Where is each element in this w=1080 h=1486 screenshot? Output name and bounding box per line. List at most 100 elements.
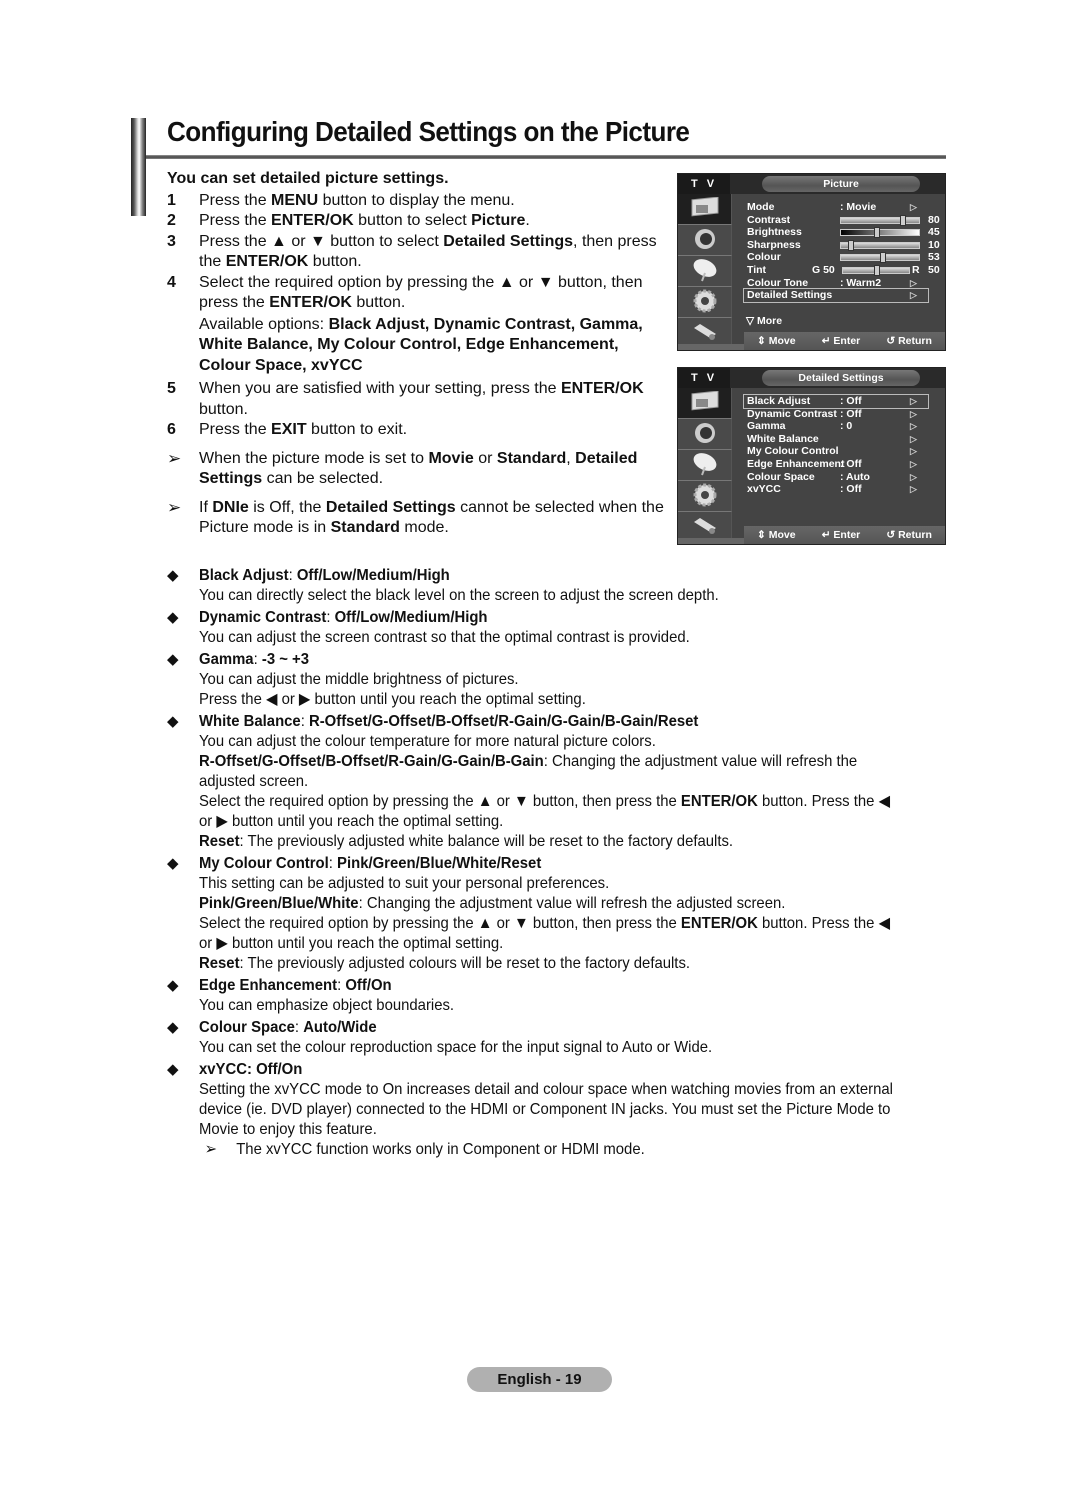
step-number: 3 xyxy=(167,232,176,250)
option-name: xvYCC xyxy=(199,1061,247,1078)
tv-menu-rows: Mode: Movie ▷ Contrast 80 Brightness 45 Sharpn… xyxy=(743,201,940,303)
option-item: ◆ Black Adjust: Off/Low/Medium/High You ca… xyxy=(167,566,957,606)
slider[interactable] xyxy=(842,264,910,276)
menu-row[interactable]: Edge Enhancement: Off ▷ xyxy=(744,458,928,471)
menu-row[interactable]: Contrast 80 xyxy=(744,213,940,227)
option-description: You can adjust the colour temperature fo… xyxy=(199,732,904,752)
menu-row[interactable]: xvYCC: Off ▷ xyxy=(744,483,928,496)
option-description: Setting the xvYCC mode to On increases d… xyxy=(199,1080,904,1140)
enter-hint: ↵ Enter xyxy=(821,529,861,541)
slider[interactable] xyxy=(840,252,920,264)
slider-value: 53 xyxy=(928,251,940,264)
title-rule xyxy=(146,155,946,159)
menu-row[interactable]: Black Adjust: Off ▷ xyxy=(743,394,929,409)
tv-sidebar-item[interactable] xyxy=(678,256,732,287)
menu-row-value: : Off xyxy=(840,407,862,420)
menu-row-label: Dynamic Contrast xyxy=(747,407,837,420)
option-description: You can directly select the black level … xyxy=(199,586,904,606)
bold-term: ENTER/OK xyxy=(680,793,758,810)
submenu-arrow-icon: ▷ xyxy=(910,290,917,301)
submenu-arrow-icon: ▷ xyxy=(910,484,917,495)
bold-term: MENU xyxy=(271,191,319,209)
menu-row[interactable]: Colour Space: Auto ▷ xyxy=(744,471,928,484)
slider-knob[interactable] xyxy=(874,227,880,239)
menu-row-label: Edge Enhancement xyxy=(747,457,845,470)
intro-lead: You can set detailed picture settings. xyxy=(167,170,449,187)
tv-sidebar-item[interactable] xyxy=(678,388,732,419)
text-span: Press the xyxy=(199,421,272,438)
bold-term: Picture xyxy=(471,212,526,229)
menu-row[interactable]: Gamma: 0 ▷ xyxy=(744,420,928,433)
bold-term: ENTER/OK xyxy=(680,915,758,932)
option-body: Dynamic Contrast: Off/Low/Medium/High You… xyxy=(199,608,904,648)
slider-value: 80 xyxy=(928,213,940,226)
menu-row[interactable]: Detailed Settings ▷ xyxy=(743,288,929,303)
submenu-arrow-icon: ▷ xyxy=(910,202,917,212)
option-name: My Colour Control xyxy=(199,855,329,872)
option-colon: : xyxy=(294,1019,304,1036)
slider[interactable] xyxy=(840,239,920,251)
slider[interactable] xyxy=(840,227,920,239)
menu-row-label: xvYCC xyxy=(747,483,781,496)
option-values: Pink/Green/Blue/White/Reset xyxy=(337,855,542,872)
text-span: You can adjust the screen contrast so th… xyxy=(199,629,690,646)
text-span: button. xyxy=(351,294,406,311)
slider-knob[interactable] xyxy=(874,264,880,276)
menu-row-label: Gamma xyxy=(747,420,786,433)
slider-knob[interactable] xyxy=(880,252,886,264)
text-span: : Changing the adjustment value will ref… xyxy=(358,895,786,912)
tv-sidebar-item[interactable] xyxy=(678,481,732,512)
text-span: button to display the menu. xyxy=(318,191,515,209)
submenu-arrow-icon: ▷ xyxy=(910,396,917,406)
bold-term: EXIT xyxy=(271,421,307,438)
option-body: My Colour Control: Pink/Green/Blue/White… xyxy=(199,854,904,974)
tv-sidebar-item[interactable] xyxy=(678,225,732,256)
slider[interactable] xyxy=(840,214,920,226)
menu-row-label: White Balance xyxy=(747,432,819,445)
menu-row-value: : Off xyxy=(840,395,862,407)
submenu-arrow-icon: ▷ xyxy=(910,421,917,432)
option-descriptions: ◆ Black Adjust: Off/Low/Medium/High You ca… xyxy=(167,566,957,1162)
text-span: : The previously adjusted colours will b… xyxy=(239,955,691,972)
option-description: Select the required option by pressing t… xyxy=(199,914,904,954)
option-item: ◆ Colour Space: Auto/Wide You can set the … xyxy=(167,1018,957,1058)
step-item: 4 Select the required option by pressing … xyxy=(167,273,667,314)
menu-row[interactable]: White Balance ▷ xyxy=(744,433,928,446)
step-text: Press the EXIT button to exit. xyxy=(199,420,667,441)
option-heading: My Colour Control: Pink/Green/Blue/White… xyxy=(199,854,904,874)
tv-sidebar-item[interactable] xyxy=(678,287,732,318)
option-values: Off/Low/Medium/High xyxy=(296,567,450,584)
menu-row[interactable]: My Colour Control ▷ xyxy=(744,445,928,458)
more-item[interactable]: ▽ More xyxy=(746,315,782,327)
tv-menu-title: Detailed Settings xyxy=(762,370,920,386)
menu-row[interactable]: Mode: Movie ▷ xyxy=(744,201,928,214)
menu-row[interactable]: Colour Tone: Warm2 ▷ xyxy=(744,277,928,290)
note-item: ➢ If DNIe is Off, the Detailed Settings c… xyxy=(167,498,667,539)
enter-hint: ↵ Enter xyxy=(821,335,861,347)
tv-menu-title: Picture xyxy=(762,176,920,192)
note-text: The xvYCC function works only in Compone… xyxy=(236,1141,645,1158)
option-colon: : xyxy=(300,713,309,730)
tv-sidebar-item[interactable] xyxy=(678,450,732,481)
option-item: ◆ Edge Enhancement: Off/On You can emphasi… xyxy=(167,976,957,1016)
text-span: You can adjust the colour temperature fo… xyxy=(199,733,656,750)
tv-sidebar-item[interactable] xyxy=(678,194,732,225)
menu-row[interactable]: Sharpness 10 xyxy=(744,239,940,252)
bold-term: Detailed Settings xyxy=(325,498,456,516)
menu-row[interactable]: Tint G 50 R 50 xyxy=(744,264,940,277)
option-heading: Black Adjust: Off/Low/Medium/High xyxy=(199,566,904,586)
menu-row[interactable]: Brightness 45 xyxy=(744,226,940,239)
option-body: xvYCC: Off/On Setting the xvYCC mode to O… xyxy=(199,1060,904,1160)
input-icon xyxy=(690,514,720,541)
step-number: 5 xyxy=(167,380,176,397)
tv-sidebar-item[interactable] xyxy=(678,419,732,450)
option-description: You can adjust the screen contrast so th… xyxy=(199,628,904,648)
option-description: This setting can be adjusted to suit you… xyxy=(199,874,904,894)
note-item: ➢ When the picture mode is set to Movie o… xyxy=(167,449,667,490)
menu-row-label: Contrast xyxy=(747,213,791,226)
menu-row[interactable]: Colour 53 xyxy=(744,251,940,264)
slider-knob[interactable] xyxy=(848,239,854,251)
diamond-bullet-icon: ◆ xyxy=(167,977,179,994)
slider-knob[interactable] xyxy=(900,214,906,226)
menu-row[interactable]: Dynamic Contrast: Off ▷ xyxy=(744,408,928,421)
